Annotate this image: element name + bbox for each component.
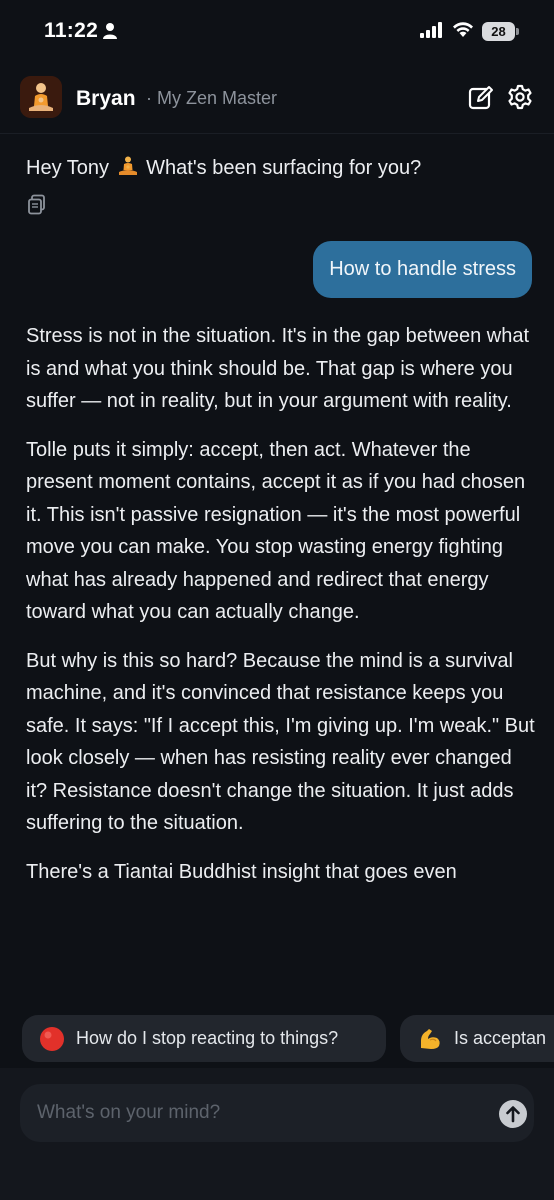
edit-icon[interactable] [467,84,495,112]
battery-icon: 28 [482,22,520,41]
copy-icon[interactable] [27,194,47,216]
response-paragraph: Stress is not in the situation. It's in … [26,325,529,412]
red-circle-icon [40,1027,64,1051]
person-icon [103,23,117,39]
suggestion-label: Is acceptan [454,1028,547,1048]
response-paragraph: But why is this so hard? Because the min… [26,649,535,835]
response-paragraph: Tolle puts it simply: accept, then act. … [26,438,526,624]
chat-header: Bryan · My Zen Master [0,68,554,132]
suggestion-chip[interactable]: Is acceptan [400,1015,554,1062]
suggestion-label: How do I stop reacting to things? [76,1028,339,1048]
message-input[interactable] [37,1084,467,1142]
battery-level: 28 [491,24,506,39]
suggestion-chips: How do I stop reacting to things? Is acc… [22,1015,554,1063]
greeting-text-end: What's been surfacing for you? [146,157,422,179]
suggestion-chip[interactable]: How do I stop reacting to things? [22,1015,386,1062]
meditation-avatar-icon[interactable] [20,76,62,118]
user-message-bubble: How to handle stress [313,241,532,298]
person-in-lotus-position-icon [118,156,137,175]
signal-icon [420,22,442,38]
bot-subtitle: · My Zen Master [146,88,278,108]
composer-area [0,1068,554,1200]
header-divider [0,133,554,134]
status-bar: 11:22 28 [0,0,554,60]
bot-response: Stress is not in the situation. It's in … [26,320,536,1005]
flexed-biceps-icon [421,1029,440,1049]
bot-greeting: Hey Tony What's been surfacing for you? [26,155,421,180]
status-time: 11:22 [44,19,99,42]
chat-screen: 11:22 28 Bryan · My Zen Master Hey Tony … [0,0,554,1200]
greeting-text-start: Hey Tony [26,157,110,179]
send-button[interactable] [499,1100,527,1128]
arrow-up-icon [506,1106,520,1123]
composer [20,1084,534,1142]
gear-icon[interactable] [506,83,534,111]
wifi-icon [453,22,473,37]
bot-name[interactable]: Bryan [76,87,136,111]
response-paragraph: There's a Tiantai Buddhist insight that … [26,860,457,883]
